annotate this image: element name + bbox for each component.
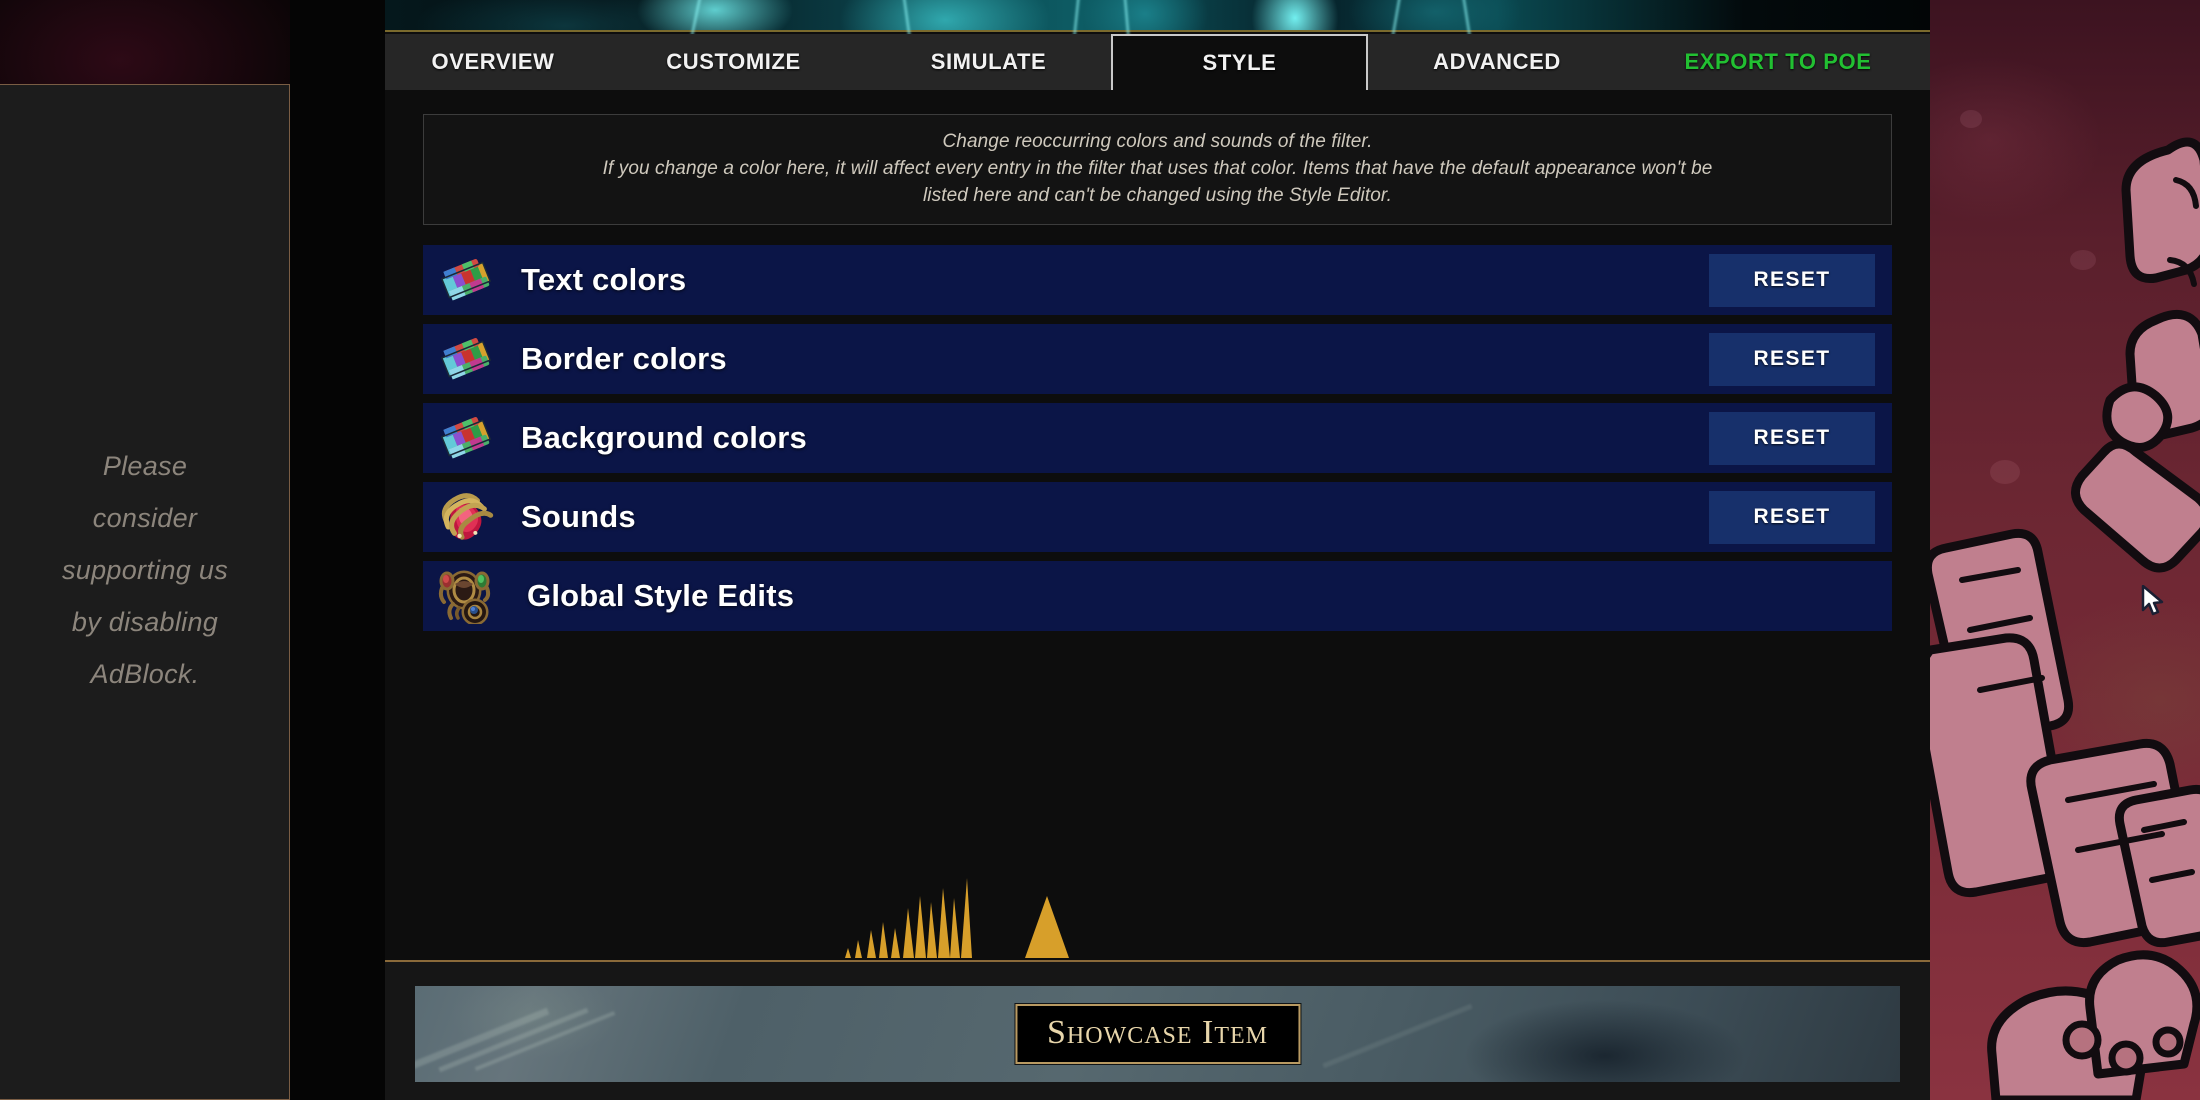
- showcase-item-box[interactable]: Showcase Item: [1014, 1004, 1301, 1064]
- style-row-label: Text colors: [521, 262, 687, 297]
- ruby-ring-icon: [435, 488, 497, 546]
- description-line-1: Change reoccurring colors and sounds of …: [942, 131, 1373, 152]
- reset-button-text-colors[interactable]: RESET: [1709, 253, 1875, 307]
- armored-figure-illustration: [1930, 137, 2200, 1100]
- tab-simulate[interactable]: SIMULATE: [866, 34, 1111, 90]
- tab-style[interactable]: STYLE: [1111, 34, 1368, 90]
- tab-overview-label: OVERVIEW: [431, 49, 555, 74]
- tab-advanced[interactable]: ADVANCED: [1368, 34, 1626, 90]
- reset-button-background-colors[interactable]: RESET: [1709, 411, 1875, 465]
- adblock-line-1: Please: [102, 451, 188, 481]
- style-row-label: Border colors: [521, 341, 727, 376]
- main-tab-bar: OVERVIEW CUSTOMIZE SIMULATE STYLE ADVANC…: [385, 34, 1930, 90]
- showcase-background-strip: Showcase Item: [415, 986, 1900, 1082]
- style-row-text-colors[interactable]: Text colors RESET: [423, 245, 1892, 315]
- adblock-line-4: by disabling: [71, 607, 219, 637]
- reset-button-label: RESET: [1753, 347, 1831, 370]
- adblock-line-3: supporting us: [61, 555, 228, 585]
- style-row-border-colors[interactable]: Border colors RESET: [423, 324, 1892, 394]
- reset-button-label: RESET: [1753, 426, 1831, 449]
- adblock-line-2: consider: [92, 503, 198, 533]
- tab-customize[interactable]: CUSTOMIZE: [601, 34, 866, 90]
- description-line-3: listed here and can't be changed using t…: [922, 185, 1393, 206]
- chromatic-orb-icon: [435, 251, 497, 309]
- gemmed-amulet-icon: [435, 567, 497, 625]
- chromatic-orb-icon: [435, 409, 497, 467]
- style-row-label: Background colors: [521, 420, 807, 455]
- background-art-right: [1930, 0, 2200, 1100]
- tab-advanced-label: ADVANCED: [1433, 49, 1561, 74]
- reset-button-label: RESET: [1753, 268, 1831, 291]
- showcase-panel: Showcase Item: [385, 960, 1930, 1100]
- tab-overview[interactable]: OVERVIEW: [385, 34, 601, 90]
- tab-export-label: EXPORT TO POE: [1684, 49, 1872, 74]
- tab-export-to-poe[interactable]: EXPORT TO POE: [1626, 34, 1930, 90]
- screen-root: Please consider supporting us by disabli…: [0, 0, 2200, 1100]
- description-line-2: If you change a color here, it will affe…: [602, 158, 1713, 179]
- adblock-notice-text: Please consider supporting us by disabli…: [0, 440, 290, 700]
- adblock-notice-panel: Please consider supporting us by disabli…: [0, 84, 290, 1100]
- showcase-item-label: Showcase Item: [1046, 1014, 1269, 1051]
- style-row-sounds[interactable]: Sounds RESET: [423, 482, 1892, 552]
- header-banner-image: [385, 0, 1930, 37]
- mouse-cursor: [2141, 585, 2164, 616]
- tab-style-label: STYLE: [1202, 50, 1277, 75]
- style-editor-description: Change reoccurring colors and sounds of …: [423, 114, 1892, 225]
- filter-app-panel: OVERVIEW CUSTOMIZE SIMULATE STYLE ADVANC…: [385, 0, 1930, 1100]
- style-row-background-colors[interactable]: Background colors RESET: [423, 403, 1892, 473]
- tab-simulate-label: SIMULATE: [930, 49, 1047, 74]
- reset-button-label: RESET: [1753, 505, 1831, 528]
- reset-button-border-colors[interactable]: RESET: [1709, 332, 1875, 386]
- style-editor-content: Change reoccurring colors and sounds of …: [385, 90, 1930, 960]
- adblock-line-5: AdBlock.: [90, 659, 200, 689]
- style-row-global-style-edits[interactable]: Global Style Edits: [423, 561, 1892, 631]
- style-category-list: Text colors RESET Border colors RESET Ba…: [423, 245, 1892, 631]
- reset-button-sounds[interactable]: RESET: [1709, 490, 1875, 544]
- tab-customize-label: CUSTOMIZE: [666, 49, 801, 74]
- style-row-label: Sounds: [521, 499, 636, 534]
- chromatic-orb-icon: [435, 330, 497, 388]
- style-row-label: Global Style Edits: [527, 578, 795, 613]
